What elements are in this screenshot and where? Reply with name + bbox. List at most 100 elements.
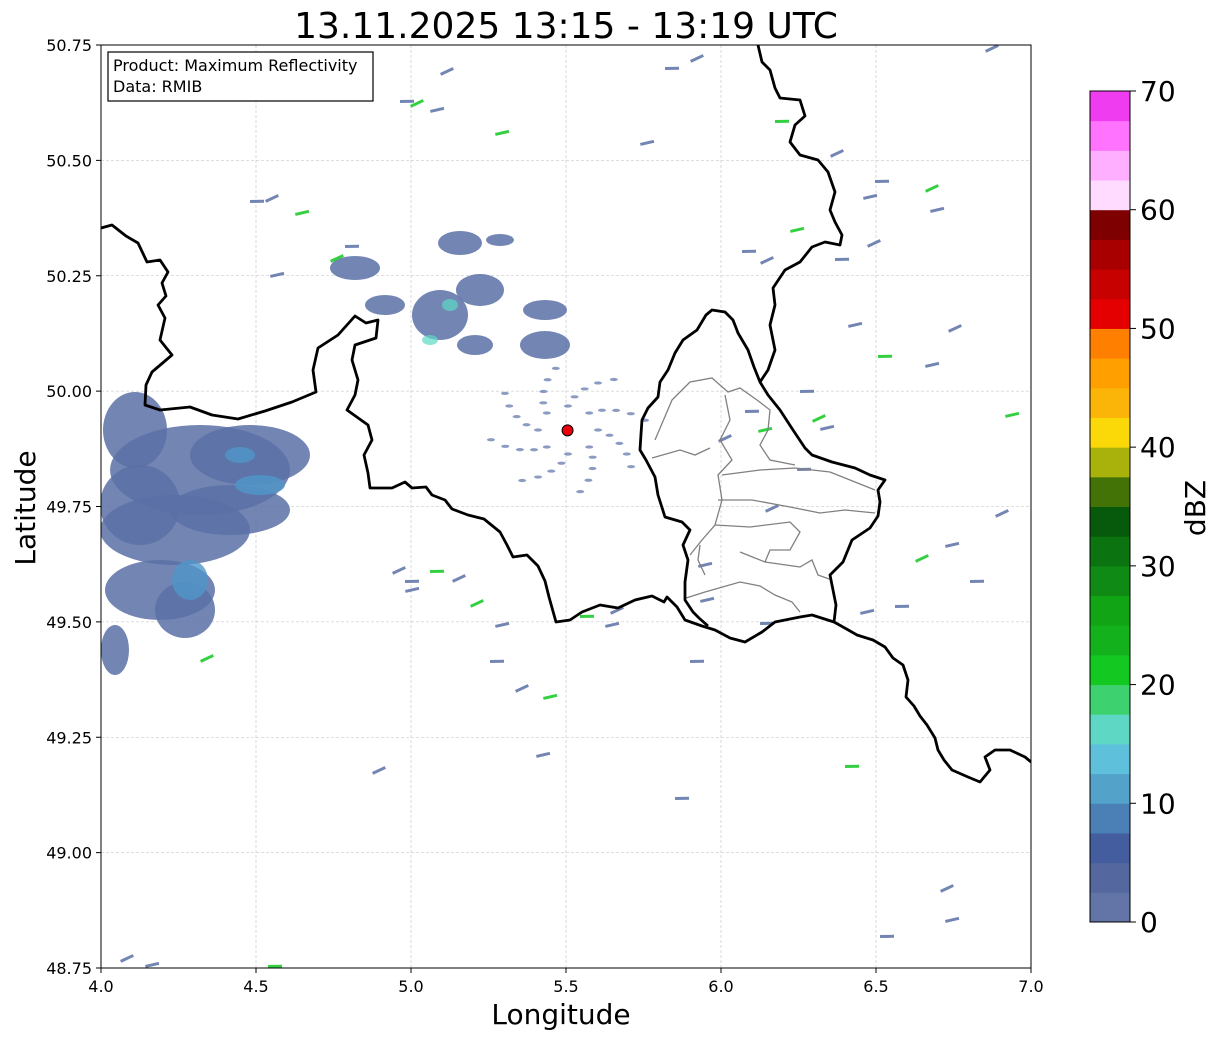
echo-cell bbox=[597, 408, 606, 412]
echo-cell bbox=[235, 475, 285, 495]
x-tick-label: 7.0 bbox=[1018, 977, 1043, 996]
y-axis-ticks: 48.75 49.00 49.25 49.50 49.75 50.00 50.25 50.50… bbox=[46, 36, 101, 978]
y-tick-label: 48.75 bbox=[46, 959, 92, 978]
colorbar-segment bbox=[1090, 773, 1130, 804]
echo-streak bbox=[775, 119, 790, 123]
colorbar-segment bbox=[1090, 417, 1130, 448]
echo-cell bbox=[543, 378, 552, 382]
echo-cell bbox=[594, 428, 602, 432]
colorbar-segment bbox=[1090, 358, 1130, 389]
echo-cell bbox=[520, 331, 570, 359]
x-tick-label: 4.0 bbox=[88, 977, 113, 996]
colorbar-tick-label: 0 bbox=[1140, 906, 1158, 939]
colorbar-segment bbox=[1090, 180, 1130, 211]
y-tick-label: 50.50 bbox=[46, 151, 92, 170]
echo-cell bbox=[580, 387, 589, 391]
echo-streak bbox=[665, 66, 680, 70]
echo-cell bbox=[172, 560, 208, 600]
echo-streak bbox=[844, 764, 860, 768]
echo-streak bbox=[250, 199, 265, 203]
echo-streak bbox=[674, 796, 690, 800]
colorbar-segment bbox=[1090, 684, 1130, 715]
echo-cell bbox=[542, 445, 551, 449]
colorbar-ticks: 0 10 20 30 40 50 60 70 bbox=[1130, 75, 1176, 939]
echo-streak bbox=[834, 257, 850, 261]
echo-cell bbox=[365, 295, 405, 315]
echo-cell bbox=[512, 415, 521, 419]
echo-cell bbox=[615, 441, 624, 445]
echo-cell bbox=[570, 395, 579, 399]
echo-cell bbox=[101, 625, 129, 675]
echo-streak bbox=[580, 614, 595, 618]
y-tick-label: 50.75 bbox=[46, 36, 92, 55]
echo-cell bbox=[486, 234, 514, 246]
echo-streak bbox=[875, 179, 890, 183]
colorbar-tick-label: 10 bbox=[1140, 787, 1176, 820]
echo-cell bbox=[539, 401, 548, 405]
echo-cell bbox=[588, 455, 597, 459]
colorbar-segment bbox=[1090, 120, 1130, 151]
echo-cell bbox=[551, 366, 560, 370]
echo-streak bbox=[745, 409, 760, 413]
x-tick-label: 4.5 bbox=[243, 977, 268, 996]
echo-cell bbox=[534, 428, 542, 432]
echo-cell bbox=[576, 490, 585, 494]
colorbar-segment bbox=[1090, 595, 1130, 626]
colorbar-segment bbox=[1090, 91, 1130, 122]
echo-cell bbox=[505, 404, 514, 408]
colorbar-segment bbox=[1090, 536, 1130, 567]
echo-streak bbox=[880, 934, 895, 938]
info-product: Product: Maximum Reflectivity bbox=[113, 56, 357, 75]
colorbar-segment bbox=[1090, 506, 1130, 537]
echo-streak bbox=[690, 659, 705, 663]
echo-cell bbox=[612, 408, 621, 412]
colorbar-tick-label: 60 bbox=[1140, 194, 1176, 227]
echo-cell bbox=[588, 466, 597, 471]
echo-streak bbox=[404, 579, 420, 583]
echo-cell bbox=[564, 452, 572, 456]
echo-cell bbox=[500, 391, 509, 395]
echo-cell bbox=[622, 452, 631, 456]
echo-streak bbox=[742, 249, 757, 253]
echo-cell bbox=[457, 335, 493, 355]
echo-cell bbox=[534, 475, 543, 479]
echo-cell bbox=[501, 444, 510, 448]
radar-site-marker bbox=[561, 424, 574, 437]
echo-cell bbox=[522, 423, 531, 427]
colorbar-segment bbox=[1090, 298, 1130, 329]
echo-cell bbox=[626, 412, 635, 416]
echo-cell bbox=[523, 300, 567, 320]
colorbar-segment bbox=[1090, 239, 1130, 270]
echo-cell bbox=[605, 433, 614, 437]
echo-cell bbox=[585, 411, 594, 415]
echo-cell bbox=[456, 274, 504, 306]
echo-streak bbox=[345, 244, 360, 248]
echo-cell bbox=[542, 411, 551, 415]
echo-cell bbox=[627, 465, 636, 469]
echo-cell bbox=[539, 389, 548, 394]
echo-cell bbox=[101, 465, 180, 545]
echo-cell bbox=[438, 231, 482, 255]
echo-cell bbox=[593, 381, 602, 385]
colorbar-segment bbox=[1090, 565, 1130, 597]
figure-title: 13.11.2025 13:15 - 13:19 UTC bbox=[294, 6, 838, 47]
echo-cell bbox=[547, 469, 556, 473]
colorbar-segment bbox=[1090, 150, 1130, 181]
y-axis-label: Latitude bbox=[9, 450, 42, 565]
echo-cell bbox=[442, 299, 458, 311]
echo-streak bbox=[799, 389, 815, 393]
info-data-source: Data: RMIB bbox=[113, 77, 202, 96]
colorbar-segment bbox=[1090, 743, 1130, 775]
colorbar-segment bbox=[1090, 803, 1130, 834]
echo-cell bbox=[518, 478, 527, 483]
echo-cell bbox=[225, 447, 255, 463]
colorbar-segment bbox=[1090, 447, 1130, 478]
colorbar-segment bbox=[1090, 714, 1130, 745]
x-axis-label: Longitude bbox=[491, 998, 630, 1031]
colorbar-segment bbox=[1090, 625, 1130, 656]
y-tick-label: 49.00 bbox=[46, 844, 92, 863]
echo-streak bbox=[878, 354, 893, 358]
y-tick-label: 50.00 bbox=[46, 382, 92, 401]
echo-cell bbox=[486, 438, 495, 442]
y-tick-label: 49.75 bbox=[46, 498, 92, 517]
